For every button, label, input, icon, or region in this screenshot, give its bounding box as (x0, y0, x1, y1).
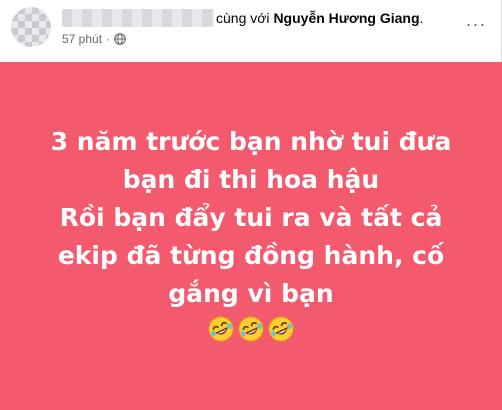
emoji-row (31, 315, 471, 343)
with-text: cùng với (216, 10, 270, 26)
tagged-person-link[interactable]: Nguyễn Hương Giang (273, 10, 419, 26)
post-meta: 57 phút · (62, 31, 126, 47)
avatar[interactable] (11, 7, 51, 47)
rolling-on-floor-laughing-icon (268, 316, 294, 342)
author-name-blurred[interactable] (62, 9, 214, 27)
more-options-button[interactable]: ··· (462, 14, 490, 34)
post-timestamp[interactable]: 57 phút (62, 31, 102, 47)
rolling-on-floor-laughing-icon (238, 316, 264, 342)
status-line: Rồi bạn đẩy tui ra và tất cả (59, 203, 443, 232)
colored-status-background: 3 năm trước bạn nhờ tui đưa bạn đi thi h… (0, 62, 502, 410)
status-text: 3 năm trước bạn nhờ tui đưa bạn đi thi h… (31, 123, 471, 343)
facebook-post: cùng với Nguyễn Hương Giang. 57 phút · ·… (0, 0, 502, 410)
with-line: cùng với Nguyễn Hương Giang. (216, 9, 423, 27)
status-line: bạn đi thi hoa hậu (122, 165, 380, 194)
status-line: 3 năm trước bạn nhờ tui đưa (50, 127, 452, 156)
globe-icon[interactable] (114, 33, 126, 45)
rolling-on-floor-laughing-icon (208, 316, 234, 342)
separator-dot: · (106, 32, 111, 46)
status-line: ekip đã từng đồng hành, cố (57, 241, 445, 270)
status-line: gắng vì bạn (168, 279, 334, 308)
tagged-suffix: . (419, 10, 424, 26)
post-header: cùng với Nguyễn Hương Giang. 57 phút · ·… (0, 0, 502, 62)
